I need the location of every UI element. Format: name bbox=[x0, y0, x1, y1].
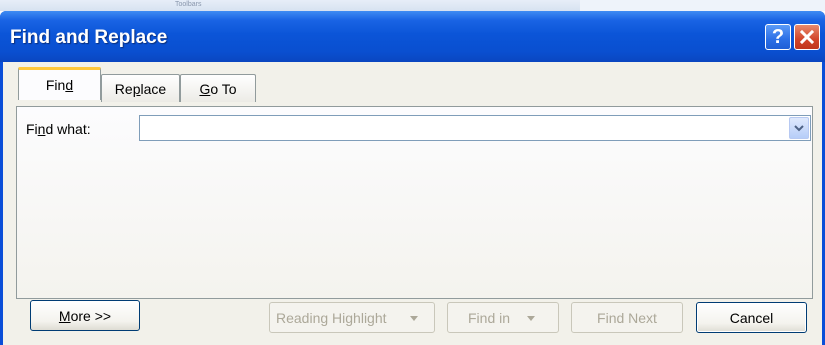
help-button[interactable]: ? bbox=[765, 24, 791, 50]
dropdown-arrow-icon bbox=[410, 316, 418, 321]
tab-find[interactable]: Find bbox=[18, 67, 101, 100]
more-button[interactable]: More >> bbox=[30, 300, 140, 331]
find-what-input[interactable] bbox=[140, 116, 788, 140]
screen: Toolbars Find and Replace ? Find Replace… bbox=[0, 0, 825, 345]
background-app-strip: Toolbars bbox=[0, 0, 825, 11]
title-bar[interactable]: Find and Replace ? bbox=[0, 11, 825, 62]
cancel-button[interactable]: Cancel bbox=[696, 302, 807, 333]
chevron-down-icon bbox=[794, 125, 804, 132]
find-replace-dialog: Find and Replace ? Find Replace Go To Fi… bbox=[0, 11, 825, 345]
background-label: Toolbars bbox=[175, 1, 202, 8]
find-what-label: Find what: bbox=[26, 121, 91, 137]
dialog-body: Find Replace Go To Find what: More >> Re… bbox=[3, 62, 822, 345]
help-icon: ? bbox=[771, 26, 785, 48]
find-next-button[interactable]: Find Next bbox=[571, 302, 683, 333]
tab-replace[interactable]: Replace bbox=[101, 74, 180, 102]
find-what-combobox[interactable] bbox=[139, 115, 811, 141]
close-button[interactable] bbox=[794, 24, 820, 50]
close-icon bbox=[799, 29, 815, 45]
window-title: Find and Replace bbox=[10, 27, 168, 48]
find-what-dropdown-button[interactable] bbox=[789, 117, 809, 139]
tab-go-to[interactable]: Go To bbox=[180, 74, 256, 102]
find-in-button[interactable]: Find in bbox=[447, 302, 559, 333]
reading-highlight-button[interactable]: Reading Highlight bbox=[269, 302, 435, 333]
dropdown-arrow-icon bbox=[527, 316, 535, 321]
